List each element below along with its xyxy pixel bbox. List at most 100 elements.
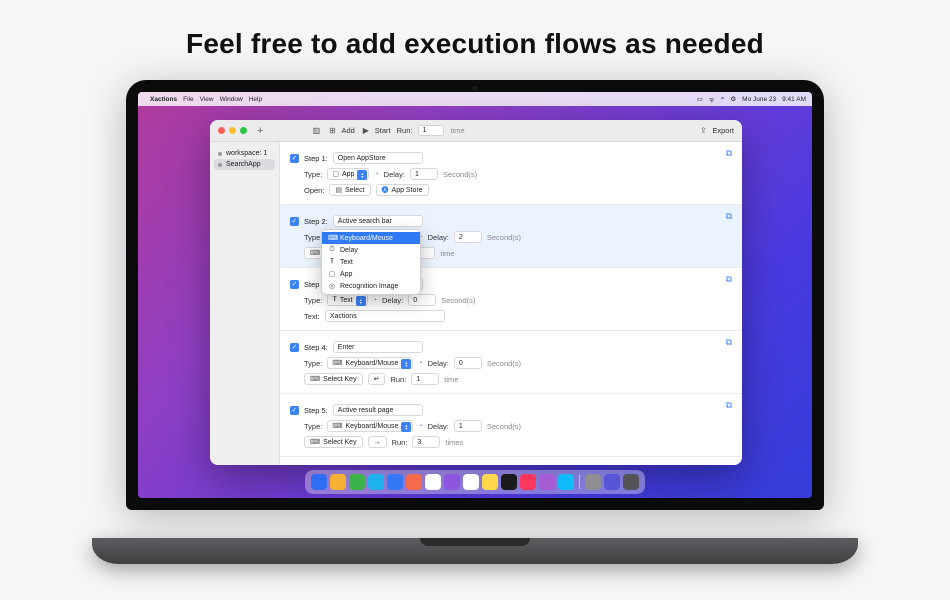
clock-icon: ◔: [418, 360, 422, 367]
steps-list[interactable]: Step 1: Open AppStore ⧉ Type: ▢ App ▴▾ ◔…: [280, 142, 742, 465]
delay-unit: Second(s): [443, 170, 477, 179]
delay-unit: Second(s): [487, 359, 521, 368]
dock-item[interactable]: [463, 474, 479, 490]
delay-unit: Second(s): [441, 296, 475, 305]
type-icon: ▢: [332, 170, 339, 178]
step-name-field[interactable]: Enter: [333, 341, 423, 353]
menubar-window[interactable]: Window: [220, 96, 243, 103]
menubar-app-name[interactable]: Xactions: [150, 96, 177, 103]
duplicate-icon[interactable]: ⧉: [726, 337, 732, 348]
minimize-button[interactable]: [229, 127, 236, 134]
select-key-button[interactable]: ⌨Select Key: [304, 373, 363, 385]
play-icon: ▶: [361, 126, 371, 136]
run-count-field[interactable]: 3: [412, 436, 440, 448]
dock-item[interactable]: [311, 474, 327, 490]
menubar-wifi-icon[interactable]: ᯤ: [709, 95, 715, 104]
text-value-field[interactable]: Xactions: [325, 310, 445, 322]
delay-label: Delay:: [384, 170, 405, 179]
step-checkbox[interactable]: [290, 343, 299, 352]
key-glyph[interactable]: →: [368, 436, 387, 448]
sidebar-toggle-icon[interactable]: ▥: [311, 126, 321, 136]
step-row: Step 5: Active result page ⧉ Type: ⌨ Key…: [280, 394, 742, 457]
dock-item[interactable]: [368, 474, 384, 490]
titlebar[interactable]: + ▥ ⊞ Add ▶ Start Run: 1 time: [210, 120, 742, 142]
step-name-field[interactable]: Open AppStore: [333, 152, 423, 164]
duplicate-icon[interactable]: ⧉: [726, 400, 732, 411]
type-label: Type:: [304, 359, 322, 368]
selected-app[interactable]: 🅐App Store: [376, 184, 429, 196]
delay-field[interactable]: 0: [408, 294, 436, 306]
dock-item[interactable]: [520, 474, 536, 490]
type-select[interactable]: ⌨ Keyboard/Mouse ▴▾: [327, 420, 413, 432]
run-count-field[interactable]: 1: [411, 373, 439, 385]
sidebar-item-searchapp[interactable]: SearchApp: [214, 159, 275, 170]
menubar-time[interactable]: 9:41 AM: [782, 96, 806, 103]
dock-item[interactable]: [539, 474, 555, 490]
dock-item[interactable]: [558, 474, 574, 490]
titlebar-add-button[interactable]: +: [257, 125, 263, 137]
menubar-battery-icon[interactable]: ▭: [697, 95, 703, 103]
dock-item[interactable]: [482, 474, 498, 490]
menubar-help[interactable]: Help: [249, 96, 262, 103]
type-option[interactable]: ⌨Keyboard/Mouse: [322, 232, 420, 244]
type-option[interactable]: 𝐓Text: [322, 256, 420, 268]
dock-item[interactable]: [387, 474, 403, 490]
key-glyph[interactable]: ↵: [368, 373, 386, 385]
menubar-view[interactable]: View: [200, 96, 214, 103]
dock-item[interactable]: [604, 474, 620, 490]
duplicate-icon[interactable]: ⧉: [726, 211, 732, 222]
select-app-button[interactable]: ▤Select: [329, 184, 370, 196]
delay-field[interactable]: 1: [410, 168, 438, 180]
run-unit: time: [444, 375, 458, 384]
menubar-date[interactable]: Mo June 23: [742, 96, 776, 103]
zoom-button[interactable]: [240, 127, 247, 134]
step-checkbox[interactable]: [290, 406, 299, 415]
dock-item[interactable]: [623, 474, 639, 490]
dock-item[interactable]: [406, 474, 422, 490]
step-name-field[interactable]: Active result page: [333, 404, 423, 416]
close-button[interactable]: [218, 127, 225, 134]
sidebar-item-workspace[interactable]: workspace: 1: [214, 148, 275, 159]
toolbar-add[interactable]: ⊞ Add: [327, 126, 354, 136]
delay-field[interactable]: 0: [454, 357, 482, 369]
type-option-icon: ⏱: [328, 246, 336, 254]
toolbar-start[interactable]: ▶ Start: [361, 126, 391, 136]
step-checkbox[interactable]: [290, 217, 299, 226]
dock-item[interactable]: [501, 474, 517, 490]
type-select[interactable]: ⌨ Keyboard/Mouse ▴▾: [327, 357, 413, 369]
dock-item[interactable]: [330, 474, 346, 490]
run-unit: times: [445, 438, 463, 447]
dot-icon: [218, 163, 222, 167]
dock-item[interactable]: [585, 474, 601, 490]
duplicate-icon[interactable]: ⧉: [726, 274, 732, 285]
stepper-arrows-icon: ▴▾: [401, 422, 411, 432]
type-select[interactable]: ▢ App ▴▾: [327, 168, 369, 180]
toolbar-run-field[interactable]: 1: [418, 125, 444, 136]
type-option-label: App: [340, 271, 352, 278]
type-option[interactable]: ◎Recognition Image: [322, 280, 420, 292]
select-key-button[interactable]: ⌨Select Key: [304, 436, 363, 448]
dock-item[interactable]: [349, 474, 365, 490]
menubar-file[interactable]: File: [183, 96, 193, 103]
toolbar-export[interactable]: ⇪ Export: [698, 126, 734, 136]
keyboard-icon: ⌨: [310, 249, 320, 257]
dot-icon: [218, 152, 222, 156]
dock-item[interactable]: [425, 474, 441, 490]
step-name-field[interactable]: Active search bar: [333, 215, 423, 227]
step-checkbox[interactable]: [290, 154, 299, 163]
type-dropdown[interactable]: ⌨Keyboard/Mouse⏱Delay𝐓Text▢App◎Recogniti…: [321, 229, 421, 295]
type-option[interactable]: ▢App: [322, 268, 420, 280]
delay-field[interactable]: 1: [454, 420, 482, 432]
dock[interactable]: [305, 470, 645, 494]
menubar-control-center-icon[interactable]: ⚙: [730, 95, 736, 103]
type-option-icon: 𝐓: [328, 258, 336, 266]
type-select[interactable]: 𝐓 Text ▴▾: [327, 294, 367, 306]
menubar-search-icon[interactable]: ⌕: [721, 95, 725, 103]
app-icon: 🅐: [382, 185, 389, 195]
type-option[interactable]: ⏱Delay: [322, 244, 420, 256]
duplicate-icon[interactable]: ⧉: [726, 148, 732, 159]
delay-field[interactable]: 2: [454, 231, 482, 243]
dock-item[interactable]: [444, 474, 460, 490]
duplicate-icon[interactable]: ⧉: [726, 463, 732, 465]
step-checkbox[interactable]: [290, 280, 299, 289]
